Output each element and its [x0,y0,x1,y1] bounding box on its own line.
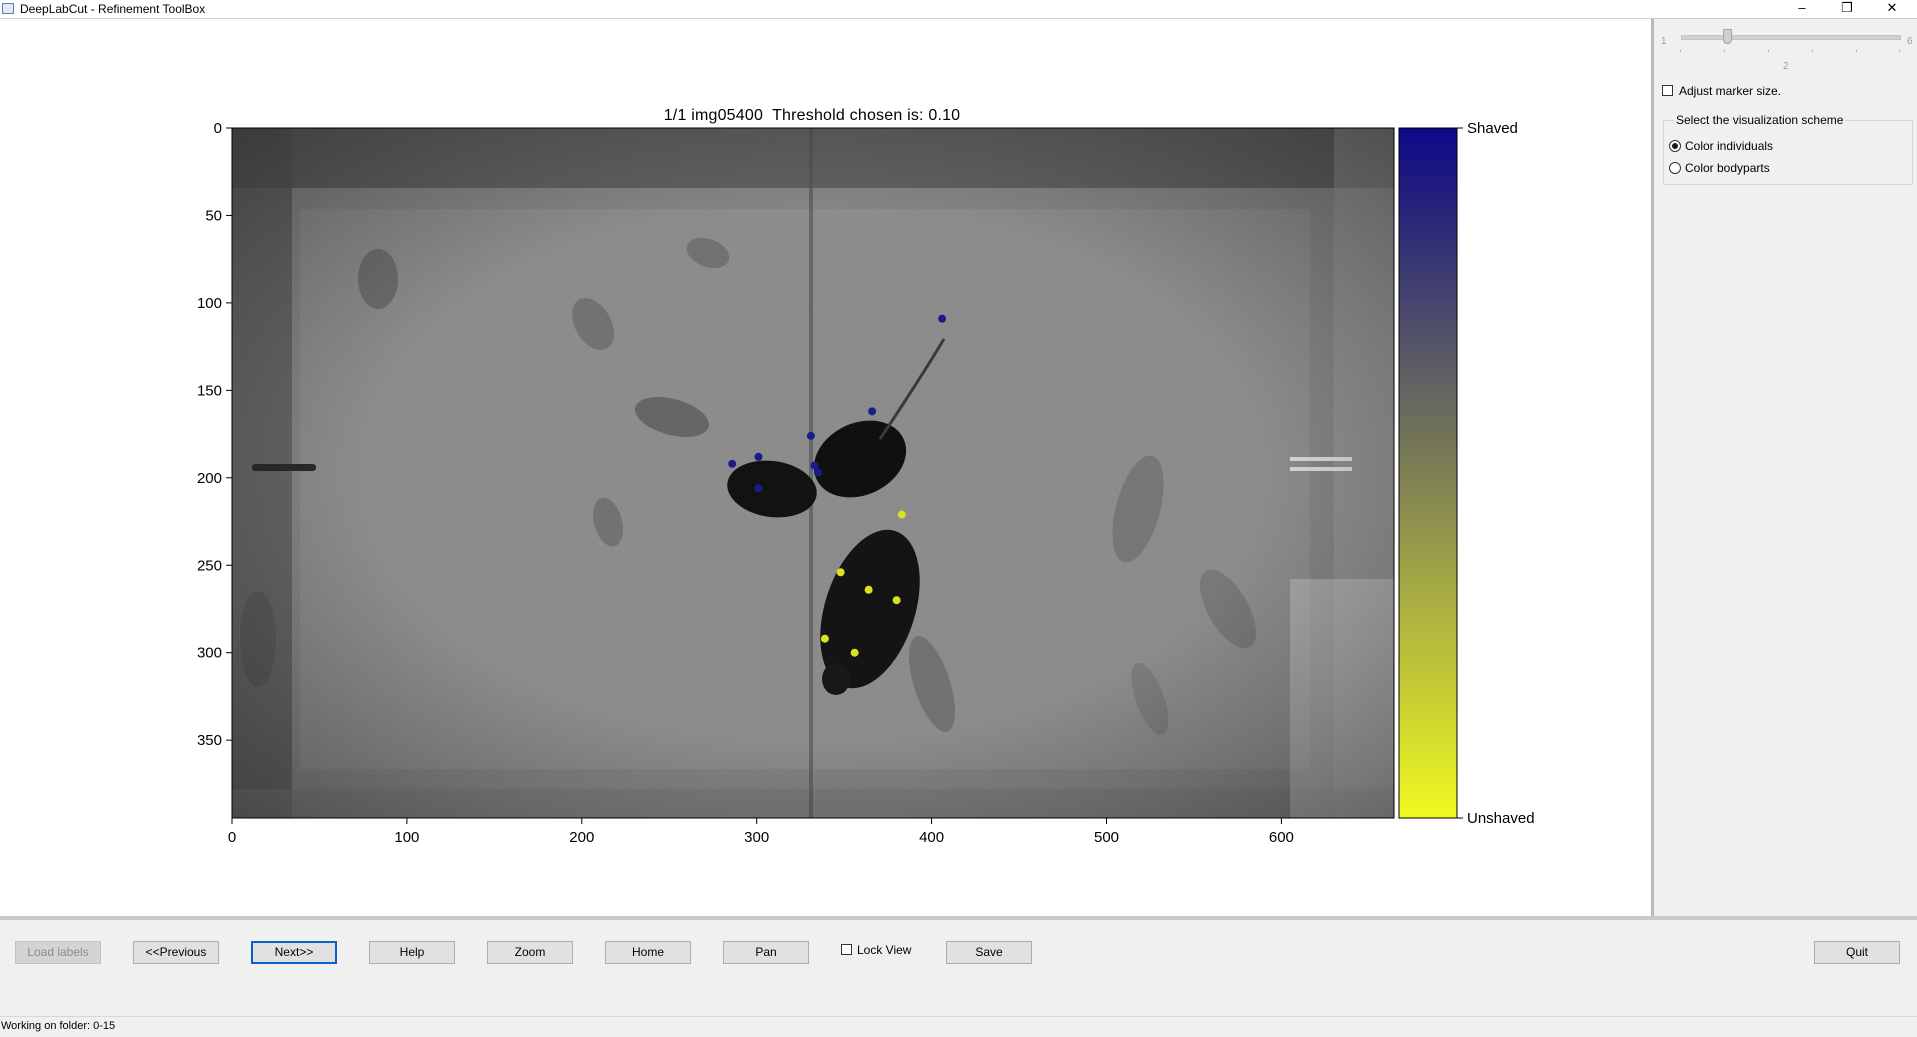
title-bar: DeepLabCut - Refinement ToolBox – ❐ ✕ [0,0,1917,19]
help-button[interactable]: Help [369,941,455,964]
colorbar-label-bottom: Unshaved [1467,810,1535,827]
app-icon [2,3,14,14]
y-tick-label: 350 [197,732,222,749]
x-tick-label: 300 [744,829,769,846]
keypoint-unshaved[interactable] [820,634,829,643]
status-bar: Working on folder: 0-15 [0,1016,1917,1037]
y-tick-label: 50 [205,207,222,224]
lock-view-checkbox[interactable] [841,944,852,955]
slider-ticks [1680,50,1900,52]
adjust-marker-checkbox[interactable] [1662,85,1673,96]
keypoint-unshaved[interactable] [836,568,845,577]
next-button[interactable]: Next>> [251,941,337,964]
home-button[interactable]: Home [605,941,691,964]
slider-value-label: 2 [1783,61,1789,72]
y-tick-label: 0 [214,120,222,137]
keypoint-shaved[interactable] [754,452,763,461]
x-tick-label: 400 [919,829,944,846]
restore-icon[interactable]: ❐ [1825,0,1869,17]
figure: Shaved Unshaved 0 50 100 150 200 250 300 350 0 10… [197,107,1535,846]
window-title: DeepLabCut - Refinement ToolBox [20,2,206,16]
color-bodyparts-radio[interactable] [1669,162,1681,174]
x-tick-label: 500 [1094,829,1119,846]
previous-button[interactable]: <<Previous [133,941,219,964]
slider-max-label: 6 [1907,36,1913,47]
plot-title: 1/1 img05400 Threshold chosen is: 0.10 [664,107,961,124]
y-tick-label: 300 [197,645,222,662]
keypoint-shaved[interactable] [810,461,819,470]
quit-button[interactable]: Quit [1814,941,1900,964]
keypoint-shaved[interactable] [754,484,763,493]
y-tick-label: 100 [197,295,222,312]
x-tick-label: 600 [1269,829,1294,846]
marker-size-slider-track[interactable] [1681,35,1901,40]
minimize-icon[interactable]: – [1780,0,1824,17]
colorbar [1398,127,1458,819]
save-button[interactable]: Save [946,941,1032,964]
color-individuals-radio[interactable] [1669,140,1681,152]
y-tick-label: 250 [197,557,222,574]
status-text: Working on folder: 0-15 [1,1020,116,1032]
keypoint-unshaved[interactable] [850,648,859,657]
color-bodyparts-label: Color bodyparts [1685,161,1770,175]
lock-view-label: Lock View [857,943,912,957]
pan-button[interactable]: Pan [723,941,809,964]
colorbar-label-top: Shaved [1467,120,1518,137]
marker-size-slider-handle[interactable] [1723,29,1732,44]
keypoint-shaved[interactable] [728,459,737,468]
x-tick-label: 200 [569,829,594,846]
video-frame [232,128,1394,818]
adjust-marker-label: Adjust marker size. [1679,84,1782,98]
x-tick-label: 100 [394,829,419,846]
y-tick-label: 150 [197,382,222,399]
keypoint-shaved[interactable] [806,431,815,440]
keypoint-unshaved[interactable] [897,510,906,519]
color-individuals-label: Color individuals [1685,139,1774,153]
load-labels-button[interactable]: Load labels [15,941,101,964]
x-tick-label: 0 [228,829,236,846]
keypoint-shaved[interactable] [813,468,822,477]
y-tick-label: 200 [197,470,222,487]
options-panel: 1 6 2 Adjust marker size. Select the vis… [1651,19,1917,916]
visualization-scheme-title: Select the visualization scheme [1674,113,1846,127]
bottom-toolbar: Load labels <<Previous Next>> Help Zoom … [0,916,1917,1016]
keypoint-unshaved[interactable] [892,596,901,605]
plot-canvas[interactable]: Shaved Unshaved 0 50 100 150 200 250 300 350 0 10… [0,19,1651,916]
slider-min-label: 1 [1661,36,1667,47]
keypoint-unshaved[interactable] [864,585,873,594]
keypoint-shaved[interactable] [868,407,877,416]
keypoint-shaved[interactable] [938,314,947,323]
close-icon[interactable]: ✕ [1870,0,1914,17]
zoom-button[interactable]: Zoom [487,941,573,964]
